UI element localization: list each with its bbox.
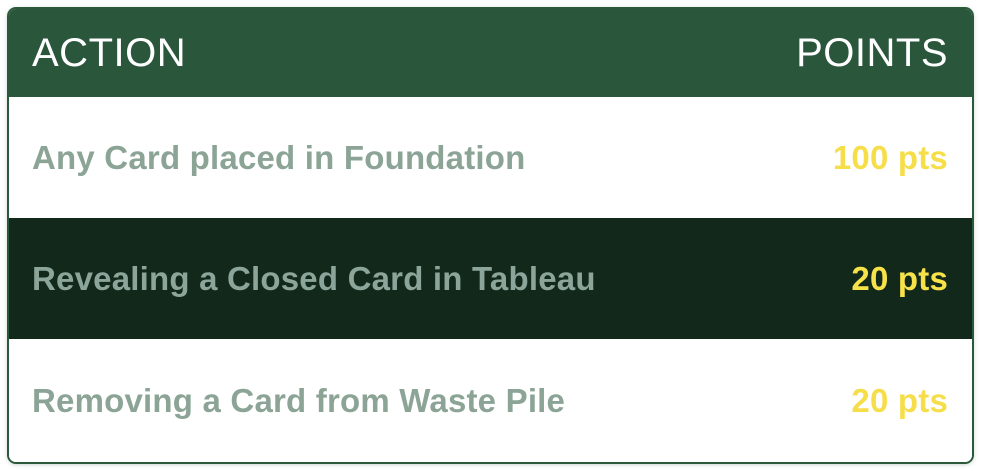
action-cell: Revealing a Closed Card in Tableau xyxy=(32,259,596,297)
action-column-header: ACTION xyxy=(32,30,187,75)
action-cell: Removing a Card from Waste Pile xyxy=(32,381,566,419)
points-column-header: POINTS xyxy=(796,30,948,75)
table-row: Revealing a Closed Card in Tableau 20 pt… xyxy=(9,218,972,339)
points-cell: 20 pts xyxy=(851,259,948,297)
action-cell: Any Card placed in Foundation xyxy=(32,138,526,176)
table-row: Removing a Card from Waste Pile 20 pts xyxy=(9,339,972,462)
points-table: ACTION POINTS Any Card placed in Foundat… xyxy=(9,9,972,462)
points-cell: 100 pts xyxy=(832,138,948,176)
points-cell: 20 pts xyxy=(851,381,948,419)
table-row: Any Card placed in Foundation 100 pts xyxy=(9,97,972,218)
table-header: ACTION POINTS xyxy=(9,9,972,97)
